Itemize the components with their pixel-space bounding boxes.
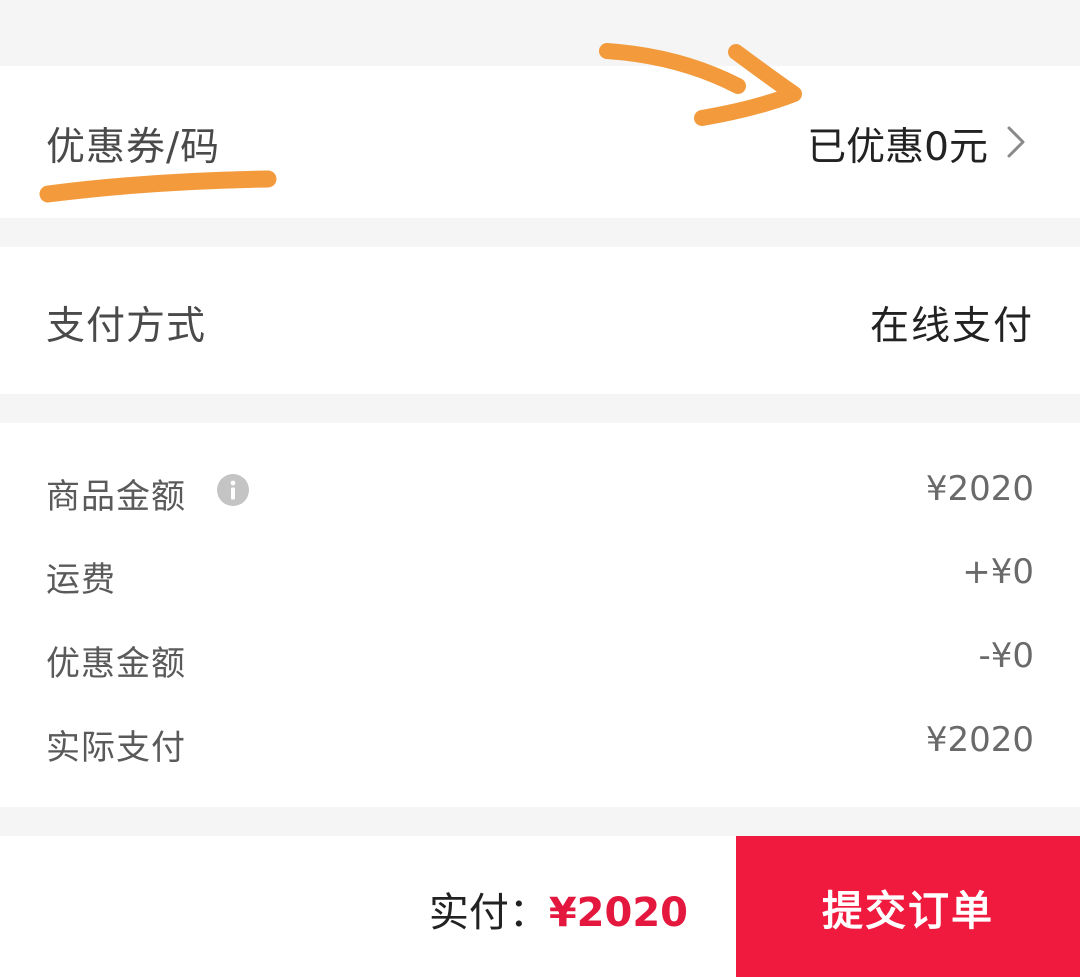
summary-item-shipping: 运费 +¥0 [0, 540, 1080, 600]
order-confirmation-page: 优惠券/码 已优惠0元 支付方式 在线支付 商品金额 ¥2020 运费 +¥0 … [0, 0, 1080, 977]
coupon-discount-value: 已优惠0元 [807, 125, 988, 170]
total-payment-amount: ¥2020 [548, 890, 688, 936]
payment-method-value: 在线支付 [869, 304, 1034, 349]
payment-method-row[interactable]: 支付方式 在线支付 [0, 247, 1080, 394]
actual-payment-label: 实际支付 [46, 728, 186, 768]
checkout-bar: 实付：¥2020 提交订单 [0, 836, 1080, 977]
summary-item-goods-amount: 商品金额 ¥2020 [0, 457, 1080, 517]
payment-method-label: 支付方式 [46, 304, 207, 349]
actual-payment-value: ¥2020 [925, 720, 1034, 760]
shipping-value: +¥0 [962, 552, 1034, 592]
info-icon[interactable] [216, 473, 250, 507]
discount-amount-value: -¥0 [978, 636, 1034, 676]
submit-order-button[interactable]: 提交订单 [736, 836, 1080, 977]
price-summary: 商品金额 ¥2020 运费 +¥0 优惠金额 -¥0 实际支付 ¥2020 [0, 423, 1080, 807]
total-payment-label: 实付： [428, 890, 549, 936]
goods-amount-label: 商品金额 [46, 477, 186, 517]
goods-amount-value: ¥2020 [925, 469, 1034, 509]
total-payment: 实付：¥2020 [429, 880, 688, 938]
coupon-label: 优惠券/码 [46, 125, 221, 170]
chevron-right-icon[interactable] [1000, 124, 1030, 160]
coupon-row[interactable]: 优惠券/码 已优惠0元 [0, 66, 1080, 218]
discount-amount-label: 优惠金额 [46, 644, 186, 684]
shipping-label: 运费 [46, 560, 116, 600]
summary-item-discount: 优惠金额 -¥0 [0, 624, 1080, 684]
summary-item-actual-payment: 实际支付 ¥2020 [0, 708, 1080, 768]
